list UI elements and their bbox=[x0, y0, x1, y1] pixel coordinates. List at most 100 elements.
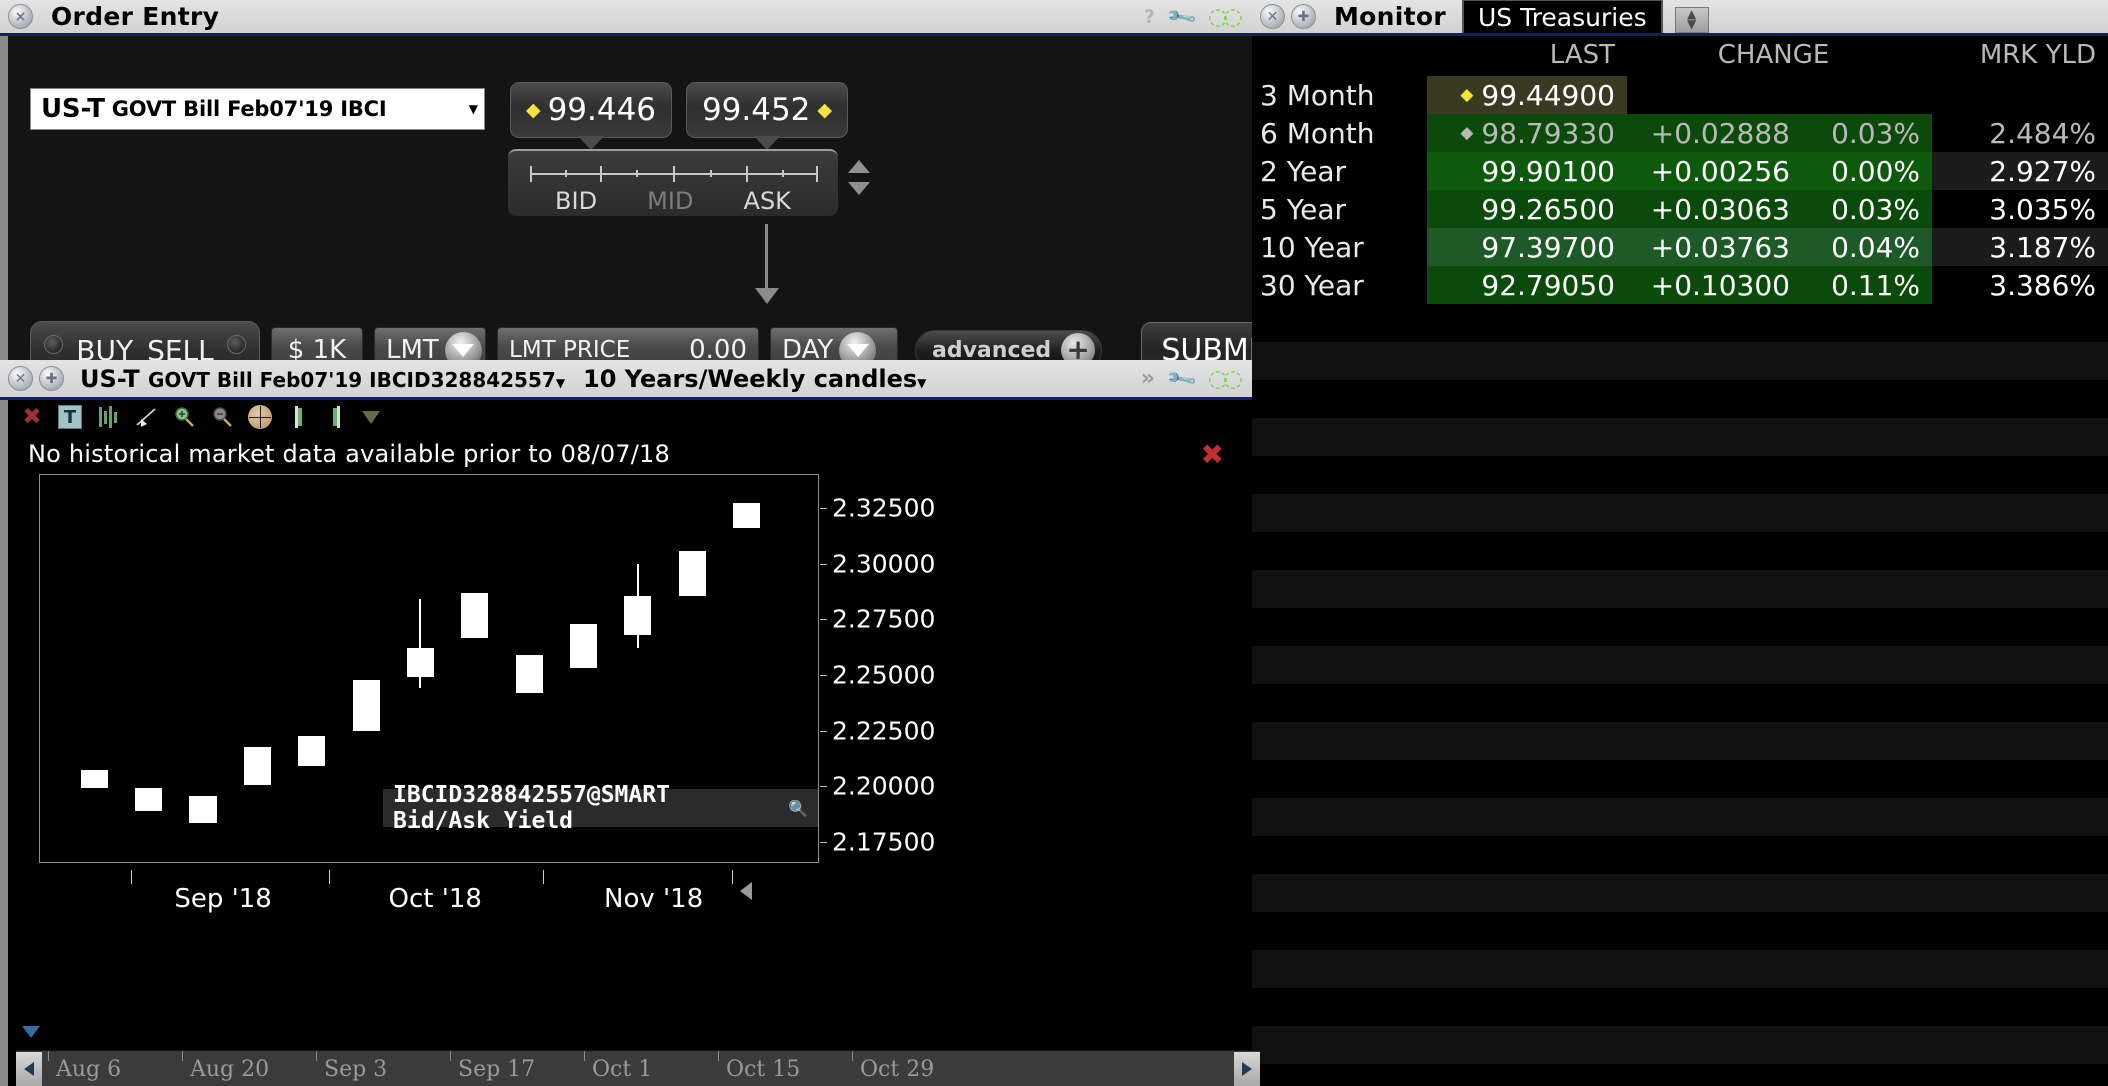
table-row-empty[interactable] bbox=[1252, 874, 2108, 912]
table-row[interactable]: 3 Month ◆ 99.44900 bbox=[1252, 76, 2108, 114]
table-row-empty[interactable] bbox=[1252, 798, 2108, 836]
chevron-down-icon[interactable]: ▼ bbox=[556, 376, 565, 390]
cell-empty bbox=[1932, 1026, 2108, 1064]
table-row-empty[interactable] bbox=[1252, 342, 2108, 380]
buy-radio[interactable] bbox=[44, 335, 63, 354]
chart-resize-handle-icon[interactable] bbox=[22, 1026, 40, 1038]
table-row-empty[interactable] bbox=[1252, 988, 2108, 1026]
cell-empty bbox=[1802, 684, 1932, 722]
trendline-icon[interactable] bbox=[134, 405, 158, 429]
x-axis-arrow-icon[interactable] bbox=[740, 882, 752, 900]
table-row-empty[interactable] bbox=[1252, 456, 2108, 494]
table-row-empty[interactable] bbox=[1252, 646, 2108, 684]
cell-empty bbox=[1627, 380, 1802, 418]
overflow-icon[interactable]: » bbox=[1141, 366, 1155, 391]
filter-icon[interactable] bbox=[362, 410, 380, 424]
cell-empty bbox=[1427, 684, 1627, 722]
table-row[interactable]: 2 Year 99.90100 +0.00256 0.00% 2.927% bbox=[1252, 152, 2108, 190]
col-mrk-yld[interactable]: MRK YLD bbox=[1932, 36, 2108, 76]
cell-empty bbox=[1932, 380, 2108, 418]
table-row-empty[interactable] bbox=[1252, 608, 2108, 646]
table-row-empty[interactable] bbox=[1252, 1064, 2108, 1086]
table-row-empty[interactable] bbox=[1252, 304, 2108, 342]
price-slider[interactable]: BID MID ASK bbox=[508, 149, 838, 216]
table-row[interactable]: 6 Month ◆ 98.79330 +0.02888 0.03% 2.484% bbox=[1252, 114, 2108, 152]
slider-bid-label[interactable]: BID bbox=[555, 187, 597, 215]
table-row[interactable]: 5 Year 99.26500 +0.03063 0.03% 3.035% bbox=[1252, 190, 2108, 228]
add-icon[interactable]: ✚ bbox=[1291, 4, 1316, 29]
tab-us-treasuries[interactable]: US Treasuries bbox=[1461, 0, 1663, 33]
zoom-in-icon[interactable] bbox=[172, 405, 196, 429]
cell-mrk-yld: 2.927% bbox=[1932, 152, 2108, 190]
cell-empty bbox=[1802, 494, 1932, 532]
table-row-empty[interactable] bbox=[1252, 836, 2108, 874]
table-row-empty[interactable] bbox=[1252, 494, 2108, 532]
table-row-empty[interactable] bbox=[1252, 418, 2108, 456]
cell-empty bbox=[1427, 418, 1627, 456]
table-row-empty[interactable] bbox=[1252, 950, 2108, 988]
slider-mid-label[interactable]: MID bbox=[647, 187, 693, 215]
delete-icon[interactable]: ✖ bbox=[20, 404, 44, 430]
cell-empty bbox=[1252, 304, 1427, 342]
zoom-out-icon[interactable] bbox=[210, 405, 234, 429]
scrollbar-tick bbox=[718, 1050, 719, 1061]
cell-empty bbox=[1252, 380, 1427, 418]
crosshair-icon[interactable] bbox=[248, 405, 272, 429]
x-axis[interactable]: Sep '18 Oct '18 Nov '18 bbox=[39, 870, 819, 922]
text-tool-icon[interactable]: T bbox=[58, 405, 82, 429]
close-icon[interactable]: ✕ bbox=[1260, 4, 1285, 29]
candle-body bbox=[352, 679, 380, 731]
scroll-right-button[interactable] bbox=[1234, 1051, 1260, 1086]
table-row-empty[interactable] bbox=[1252, 1026, 2108, 1064]
sell-radio[interactable] bbox=[227, 335, 246, 354]
chart-period-selector[interactable]: 10 Years/Weekly candles▼ bbox=[583, 365, 926, 393]
slider-ask-label[interactable]: ASK bbox=[744, 187, 791, 215]
table-row-empty[interactable] bbox=[1252, 570, 2108, 608]
chevron-down-icon[interactable]: ▼ bbox=[917, 376, 926, 390]
close-icon[interactable]: × bbox=[8, 4, 33, 29]
tab-scroll-button[interactable]: ▲ ▼ bbox=[1674, 7, 1709, 33]
last-value: 92.79050 bbox=[1481, 268, 1615, 302]
wrench-icon[interactable]: 🔧 bbox=[1164, 362, 1198, 396]
table-row[interactable]: 30 Year 92.79050 +0.10300 0.11% 3.386% bbox=[1252, 266, 2108, 304]
col-change[interactable]: CHANGE bbox=[1627, 36, 1933, 76]
cell-change-pct: 0.11% bbox=[1802, 266, 1933, 304]
help-icon[interactable]: ? bbox=[1144, 6, 1155, 28]
ask-quote-button[interactable]: 99.452 ◆ bbox=[686, 82, 848, 138]
table-row-empty[interactable] bbox=[1252, 380, 2108, 418]
bars-icon[interactable] bbox=[96, 405, 120, 429]
x-tick-label: Nov '18 bbox=[604, 884, 704, 914]
table-row-empty[interactable] bbox=[1252, 684, 2108, 722]
link-icon[interactable]: ◌◌ bbox=[1208, 4, 1243, 30]
cell-empty bbox=[1627, 1064, 1802, 1086]
slider-track[interactable] bbox=[530, 166, 818, 182]
expand-left-icon[interactable] bbox=[324, 405, 348, 429]
candle-body bbox=[461, 592, 489, 639]
wrench-icon[interactable]: 🔧 bbox=[1164, 0, 1198, 33]
symbol-selector[interactable]: US-T GOVT Bill Feb07'19 IBCI ▼ bbox=[30, 88, 485, 130]
chart-legend[interactable]: IBCID328842557@SMART Bid/Ask Yield 🔍 bbox=[383, 782, 818, 834]
close-icon[interactable]: ✕ bbox=[8, 366, 33, 391]
table-row-empty[interactable] bbox=[1252, 912, 2108, 950]
scroll-left-button[interactable] bbox=[16, 1051, 42, 1086]
chevron-down-icon[interactable]: ▼ bbox=[469, 102, 478, 116]
price-stepper-down[interactable] bbox=[848, 182, 870, 195]
bid-quote-button[interactable]: ◆ 99.446 bbox=[510, 82, 672, 138]
table-row-empty[interactable] bbox=[1252, 760, 2108, 798]
close-warning-icon[interactable]: ✖ bbox=[1201, 438, 1224, 471]
col-last[interactable]: LAST bbox=[1427, 36, 1627, 76]
link-icon[interactable]: ◌◌ bbox=[1208, 366, 1243, 392]
chart-scrollbar[interactable]: Aug 6 Aug 20 Sep 3 Sep 17 Oct 1 Oct 15 Oct 29 bbox=[16, 1050, 1260, 1086]
add-icon[interactable]: ✚ bbox=[39, 366, 64, 391]
magnifier-icon[interactable]: 🔍 bbox=[788, 799, 808, 818]
candlestick-plot[interactable]: IBCID328842557@SMART Bid/Ask Yield 🔍 bbox=[39, 474, 819, 863]
price-stepper-up[interactable] bbox=[848, 160, 870, 173]
table-row-empty[interactable] bbox=[1252, 722, 2108, 760]
y-axis[interactable]: 2.32500 2.30000 2.27500 2.25000 2.22500 2.200… bbox=[820, 474, 960, 874]
cell-empty bbox=[1427, 988, 1627, 1026]
chart-symbol-title[interactable]: US-T GOVT Bill Feb07'19 IBCID328842557▼ bbox=[80, 365, 565, 393]
expand-right-icon[interactable] bbox=[286, 405, 310, 429]
table-row[interactable]: 10 Year 97.39700 +0.03763 0.04% 3.187% bbox=[1252, 228, 2108, 266]
scrollbar-track[interactable]: Aug 6 Aug 20 Sep 3 Sep 17 Oct 1 Oct 15 Oct 29 bbox=[42, 1050, 1234, 1086]
table-row-empty[interactable] bbox=[1252, 532, 2108, 570]
